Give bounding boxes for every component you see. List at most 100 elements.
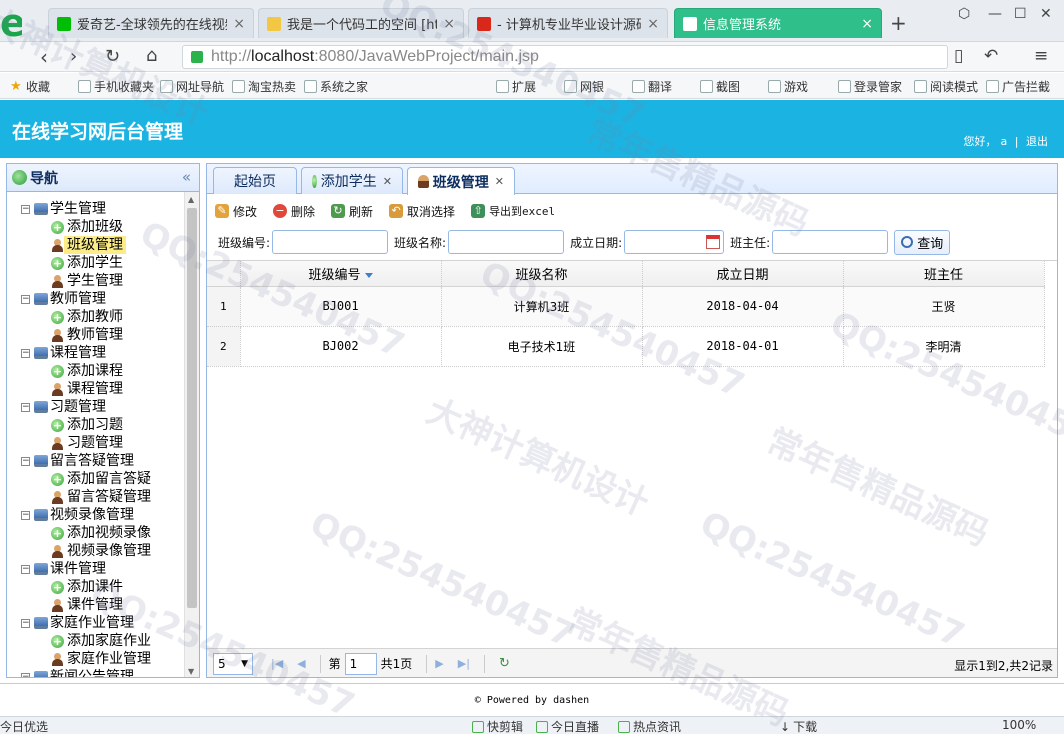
browser-tab-blog[interactable]: 我是一个代码工的空间 [http × [258, 8, 464, 38]
url-input[interactable]: http://localhost:8080/JavaWebProject/mai… [182, 45, 948, 69]
sidebar-item[interactable]: + 添加教师 [7, 308, 185, 326]
sidebar-item[interactable]: + 添加习题 [7, 416, 185, 434]
last-page-icon[interactable]: ▶| [458, 657, 470, 670]
close-icon[interactable]: × [233, 16, 245, 32]
status-item-clip[interactable]: 快剪辑 [472, 718, 523, 734]
status-item-live[interactable]: 今日直播 [536, 718, 599, 734]
page-number-input[interactable]: 1 [344, 652, 377, 675]
scroll-thumb[interactable] [187, 208, 197, 608]
bank-button[interactable]: 网银 [564, 78, 604, 95]
close-icon[interactable]: × [443, 16, 455, 32]
nav-group[interactable]: − 留言答疑管理 [7, 452, 185, 470]
sidebar-item[interactable]: 教师管理 [7, 326, 185, 344]
first-page-icon[interactable]: |◀ [271, 657, 283, 670]
unselect-button[interactable]: ↶ 取消选择 [389, 203, 455, 220]
tab-add-student[interactable]: 添加学生 ✕ [301, 167, 403, 194]
sidebar-item[interactable]: 留言答疑管理 [7, 488, 185, 506]
collapse-toggle-icon[interactable]: − [21, 348, 30, 358]
bookmark-nav[interactable]: 网址导航 [160, 78, 224, 95]
reader-mode-button[interactable]: 阅读模式 [914, 78, 978, 95]
sidebar-item[interactable]: + 添加学生 [7, 254, 185, 272]
class-no-input[interactable] [272, 230, 389, 254]
sidebar-item[interactable]: 视频录像管理 [7, 542, 185, 560]
phone-icon[interactable]: ▯ [954, 46, 963, 66]
close-icon[interactable]: × [647, 16, 659, 32]
search-button[interactable]: 查询 [894, 229, 951, 255]
undo-icon[interactable]: ↶ [984, 46, 998, 66]
edit-button[interactable]: ✎ 修改 [215, 203, 257, 220]
forward-icon[interactable]: › [70, 46, 77, 67]
status-item-download[interactable]: ↓ 下载 [780, 718, 817, 734]
menu-icon[interactable]: ≡ [1034, 46, 1048, 66]
refresh-icon[interactable]: ↻ [499, 656, 510, 671]
collapse-toggle-icon[interactable]: − [21, 456, 30, 466]
collapse-icon[interactable]: « [182, 168, 191, 186]
browser-tab-source[interactable]: - 计算机专业毕业设计源码网 × [468, 8, 668, 38]
nav-group[interactable]: − 视频录像管理 [7, 506, 185, 524]
today-picks[interactable]: 今日优选 [0, 718, 48, 734]
delete-button[interactable]: − 删除 [273, 203, 315, 220]
translate-button[interactable]: 翻译 [632, 78, 672, 95]
collapse-toggle-icon[interactable]: − [21, 618, 30, 628]
close-icon[interactable]: ✕ [495, 175, 504, 188]
sidebar-item[interactable]: + 添加课件 [7, 578, 185, 596]
collapse-toggle-icon[interactable]: − [21, 204, 30, 214]
collapse-toggle-icon[interactable]: − [21, 402, 30, 412]
nav-group[interactable]: − 课程管理 [7, 344, 185, 362]
collapse-toggle-icon[interactable]: − [21, 510, 30, 520]
sidebar-item[interactable]: 学生管理 [7, 272, 185, 290]
nav-scrollbar[interactable]: ▲ ▼ [184, 192, 199, 677]
sidebar-item[interactable]: + 添加留言答疑 [7, 470, 185, 488]
column-header[interactable]: 班主任 [843, 261, 1045, 287]
extensions-button[interactable]: 扩展 [496, 78, 536, 95]
collapse-toggle-icon[interactable]: − [21, 672, 30, 677]
bookmark-mobile[interactable]: 手机收藏夹 [78, 78, 154, 95]
date-input[interactable] [624, 230, 725, 254]
bookmark-favorites[interactable]: ★ 收藏 [10, 78, 50, 95]
sidebar-item[interactable]: + 添加家庭作业 [7, 632, 185, 650]
column-header[interactable]: 成立日期 [642, 261, 844, 287]
nav-group[interactable]: − 习题管理 [7, 398, 185, 416]
sidebar-item[interactable]: + 添加视频录像 [7, 524, 185, 542]
class-name-input[interactable] [448, 230, 565, 254]
sidebar-item[interactable]: 习题管理 [7, 434, 185, 452]
scroll-up-icon[interactable]: ▲ [188, 195, 194, 204]
next-page-icon[interactable]: ▶ [435, 657, 443, 670]
sidebar-item[interactable]: 班级管理 [7, 236, 185, 254]
maximize-icon[interactable]: ☐ [1014, 6, 1027, 22]
page-size-select[interactable]: 5 ▼ [213, 652, 253, 675]
refresh-button[interactable]: ↻ 刷新 [331, 203, 373, 220]
adblock-button[interactable]: 广告拦截 [986, 78, 1050, 95]
screenshot-button[interactable]: 截图 [700, 78, 740, 95]
logout-link[interactable]: 退出 [1026, 135, 1048, 148]
column-header[interactable]: 班级名称 [441, 261, 643, 287]
sidebar-item[interactable]: 课程管理 [7, 380, 185, 398]
nav-group[interactable]: − 家庭作业管理 [7, 614, 185, 632]
skin-icon[interactable]: ⬡ [958, 6, 970, 22]
collapse-toggle-icon[interactable]: − [21, 294, 30, 304]
scroll-down-icon[interactable]: ▼ [188, 667, 194, 676]
tab-home[interactable]: 起始页 [213, 167, 297, 194]
tab-class-management[interactable]: 班级管理 ✕ [407, 167, 515, 195]
prev-page-icon[interactable]: ◀ [297, 657, 305, 670]
sidebar-item[interactable]: + 添加班级 [7, 218, 185, 236]
teacher-input[interactable] [772, 230, 889, 254]
sidebar-item[interactable]: + 添加课程 [7, 362, 185, 380]
close-icon[interactable]: × [861, 16, 873, 32]
status-item-news[interactable]: 热点资讯 [618, 718, 681, 734]
new-tab-icon[interactable]: + [890, 11, 907, 35]
minimize-icon[interactable]: — [988, 6, 1002, 22]
browser-tab-active[interactable]: 信息管理系统 × [674, 8, 882, 38]
home-icon[interactable]: ⌂ [146, 45, 157, 66]
table-row[interactable]: 2 BJ002 电子技术1班 2018-04-01 李明清 [207, 326, 1045, 367]
sidebar-item[interactable]: 家庭作业管理 [7, 650, 185, 668]
reload-icon[interactable]: ↻ [105, 46, 120, 67]
bookmark-system[interactable]: 系统之家 [304, 78, 368, 95]
table-row[interactable]: 1 BJ001 计算机3班 2018-04-04 王贤 [207, 286, 1045, 327]
column-header[interactable]: 班级编号 [240, 261, 442, 287]
calendar-icon[interactable] [706, 235, 721, 249]
back-icon[interactable]: ‹ [40, 45, 48, 69]
window-close-icon[interactable]: ✕ [1040, 6, 1052, 22]
nav-group[interactable]: − 课件管理 [7, 560, 185, 578]
export-excel-button[interactable]: ⇧ 导出到excel [471, 203, 555, 219]
